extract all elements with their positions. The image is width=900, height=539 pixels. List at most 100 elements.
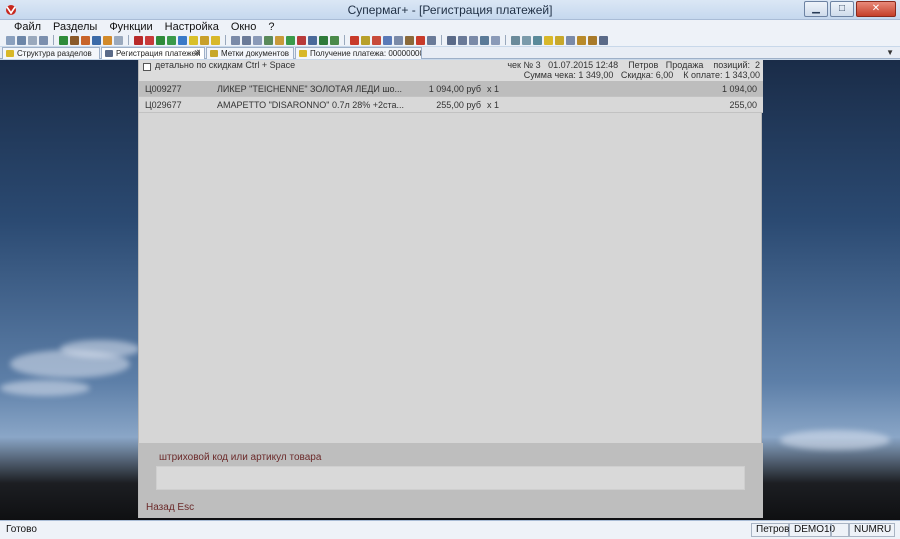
table-green-icon[interactable] [167,35,176,45]
doc-list-icon[interactable] [458,35,467,45]
table-row[interactable]: Ц009277 ЛИКЕР "TEICHENNE" ЗОЛОТАЯ ЛЕДИ ш… [139,81,763,97]
item-sum: 1 094,00 [721,84,757,94]
list-x-icon[interactable] [383,35,392,45]
tab-document-marks[interactable]: Метки документов [206,47,294,59]
tabs-dropdown-icon[interactable]: ▼ [886,48,894,57]
item-code: Ц029677 [145,100,182,110]
menu-functions[interactable]: Функции [103,20,158,34]
tab-label: Регистрация платежей [116,49,201,58]
doc-green-icon[interactable] [286,35,295,45]
menu-settings[interactable]: Настройка [159,20,225,34]
menu-file[interactable]: Файл [8,20,47,34]
tab-close-icon[interactable]: ✕ [193,48,201,59]
close-button[interactable]: ✕ [856,1,896,17]
minimize-button[interactable]: ▁ [804,1,828,17]
toolbar-separator [53,35,54,45]
menu-sections[interactable]: Разделы [47,20,103,34]
menu-help[interactable]: ? [262,20,280,34]
tab-label: Получение платежа: 0000000005 [310,49,422,58]
warning-icon[interactable] [189,35,198,45]
doc-x3-icon[interactable] [427,35,436,45]
item-price: 255,00 руб [436,100,481,110]
menu-bar: Файл Разделы Функции Настройка Окно ? [0,20,900,34]
tab-payment-registration[interactable]: Регистрация платежей ✕ [101,47,205,59]
filter-icon[interactable] [114,35,123,45]
coins-icon[interactable] [588,35,597,45]
flag-icon[interactable] [211,35,220,45]
money-bag-icon[interactable] [577,35,586,45]
item-name: ЛИКЕР "TEICHENNE" ЗОЛОТАЯ ЛЕДИ шо... [217,84,403,94]
payment-registration-panel: детально по скидкам Ctrl + Space чек № 3… [138,60,763,518]
doc-x2-icon[interactable] [405,35,414,45]
register-icon[interactable] [599,35,608,45]
invoice-red-icon[interactable] [145,35,154,45]
text-icon[interactable] [200,35,209,45]
cash-icon[interactable] [511,35,520,45]
menu-window[interactable]: Окно [225,20,263,34]
close-icon: ✕ [871,3,881,14]
toolbar [0,34,900,46]
doc-list4-icon[interactable] [491,35,500,45]
maximize-button[interactable]: □ [830,1,854,17]
document-tabs: Структура разделов Регистрация платежей … [0,47,900,59]
doc-stamp-icon[interactable] [330,35,339,45]
book-green-icon[interactable] [156,35,165,45]
cancel-x3-icon[interactable] [372,35,381,45]
grid-icon[interactable] [17,35,26,45]
doc-list2-icon[interactable] [469,35,478,45]
doc-move-icon[interactable] [253,35,262,45]
invoice-icon[interactable] [134,35,143,45]
tab-label: Структура разделов [17,49,92,58]
home-icon[interactable] [81,35,90,45]
item-qty: x 1 [487,100,500,110]
cash3-icon[interactable] [533,35,542,45]
doc-arrow-icon[interactable] [319,35,328,45]
doc-list3-icon[interactable] [480,35,489,45]
columns-icon[interactable] [39,35,48,45]
doc-tag-icon[interactable] [275,35,284,45]
receipt-items-list: Ц009277 ЛИКЕР "TEICHENNE" ЗОЛОТАЯ ЛЕДИ ш… [139,81,763,113]
cash2-icon[interactable] [522,35,531,45]
back-button[interactable]: Назад Esc [146,502,194,513]
cloud-shape [0,380,90,396]
cash-register-icon [105,50,113,57]
copy-icon[interactable] [6,35,15,45]
doc-red-icon[interactable] [297,35,306,45]
doc-stack-icon[interactable] [566,35,575,45]
green-doc-icon[interactable] [59,35,68,45]
status-user: Петров [751,523,789,537]
print-icon[interactable] [447,35,456,45]
doc-lock-icon[interactable] [308,35,317,45]
report-icon[interactable] [103,35,112,45]
layers-icon[interactable] [92,35,101,45]
barcode-entry-area: штриховой код или артикул товара Назад E… [139,443,763,518]
tools-icon[interactable] [70,35,79,45]
cancel-x2-icon[interactable] [361,35,370,45]
chart-icon[interactable] [178,35,187,45]
tab-payment-receipt[interactable]: Получение платежа: 0000000005 [295,47,422,59]
title-bar: Супермаг+ - [Регистрация платежей] ▁ □ ✕ [0,0,900,20]
receipt-info: чек № 3 01.07.2015 12:48 Петров Продажа … [507,60,760,70]
cloud-shape [60,340,140,358]
doc-check-icon[interactable] [264,35,273,45]
toolbar-separator [344,35,345,45]
doc-x-icon[interactable] [394,35,403,45]
item-price: 1 094,00 руб [428,84,481,94]
wand-icon[interactable] [544,35,553,45]
detail-discounts-label: детально по скидкам Ctrl + Space [155,60,296,70]
doc-out-icon[interactable] [242,35,251,45]
list-icon[interactable] [28,35,37,45]
tab-label: Метки документов [221,49,290,58]
close-x-icon[interactable] [416,35,425,45]
maximize-icon: □ [838,3,846,14]
detail-discounts-checkbox[interactable] [143,63,151,71]
toolbar-separator [441,35,442,45]
wand2-icon[interactable] [555,35,564,45]
cancel-x-icon[interactable] [350,35,359,45]
tab-sections-structure[interactable]: Структура разделов [2,47,100,59]
barcode-label: штриховой код или артикул товара [159,452,322,463]
doc-in-icon[interactable] [231,35,240,45]
status-keyboard: NUMRU [849,523,895,537]
table-row[interactable]: Ц029677 АМАРЕТТО "DISARONNO" 0.7л 28% +2… [139,97,763,113]
barcode-input[interactable] [156,466,745,490]
